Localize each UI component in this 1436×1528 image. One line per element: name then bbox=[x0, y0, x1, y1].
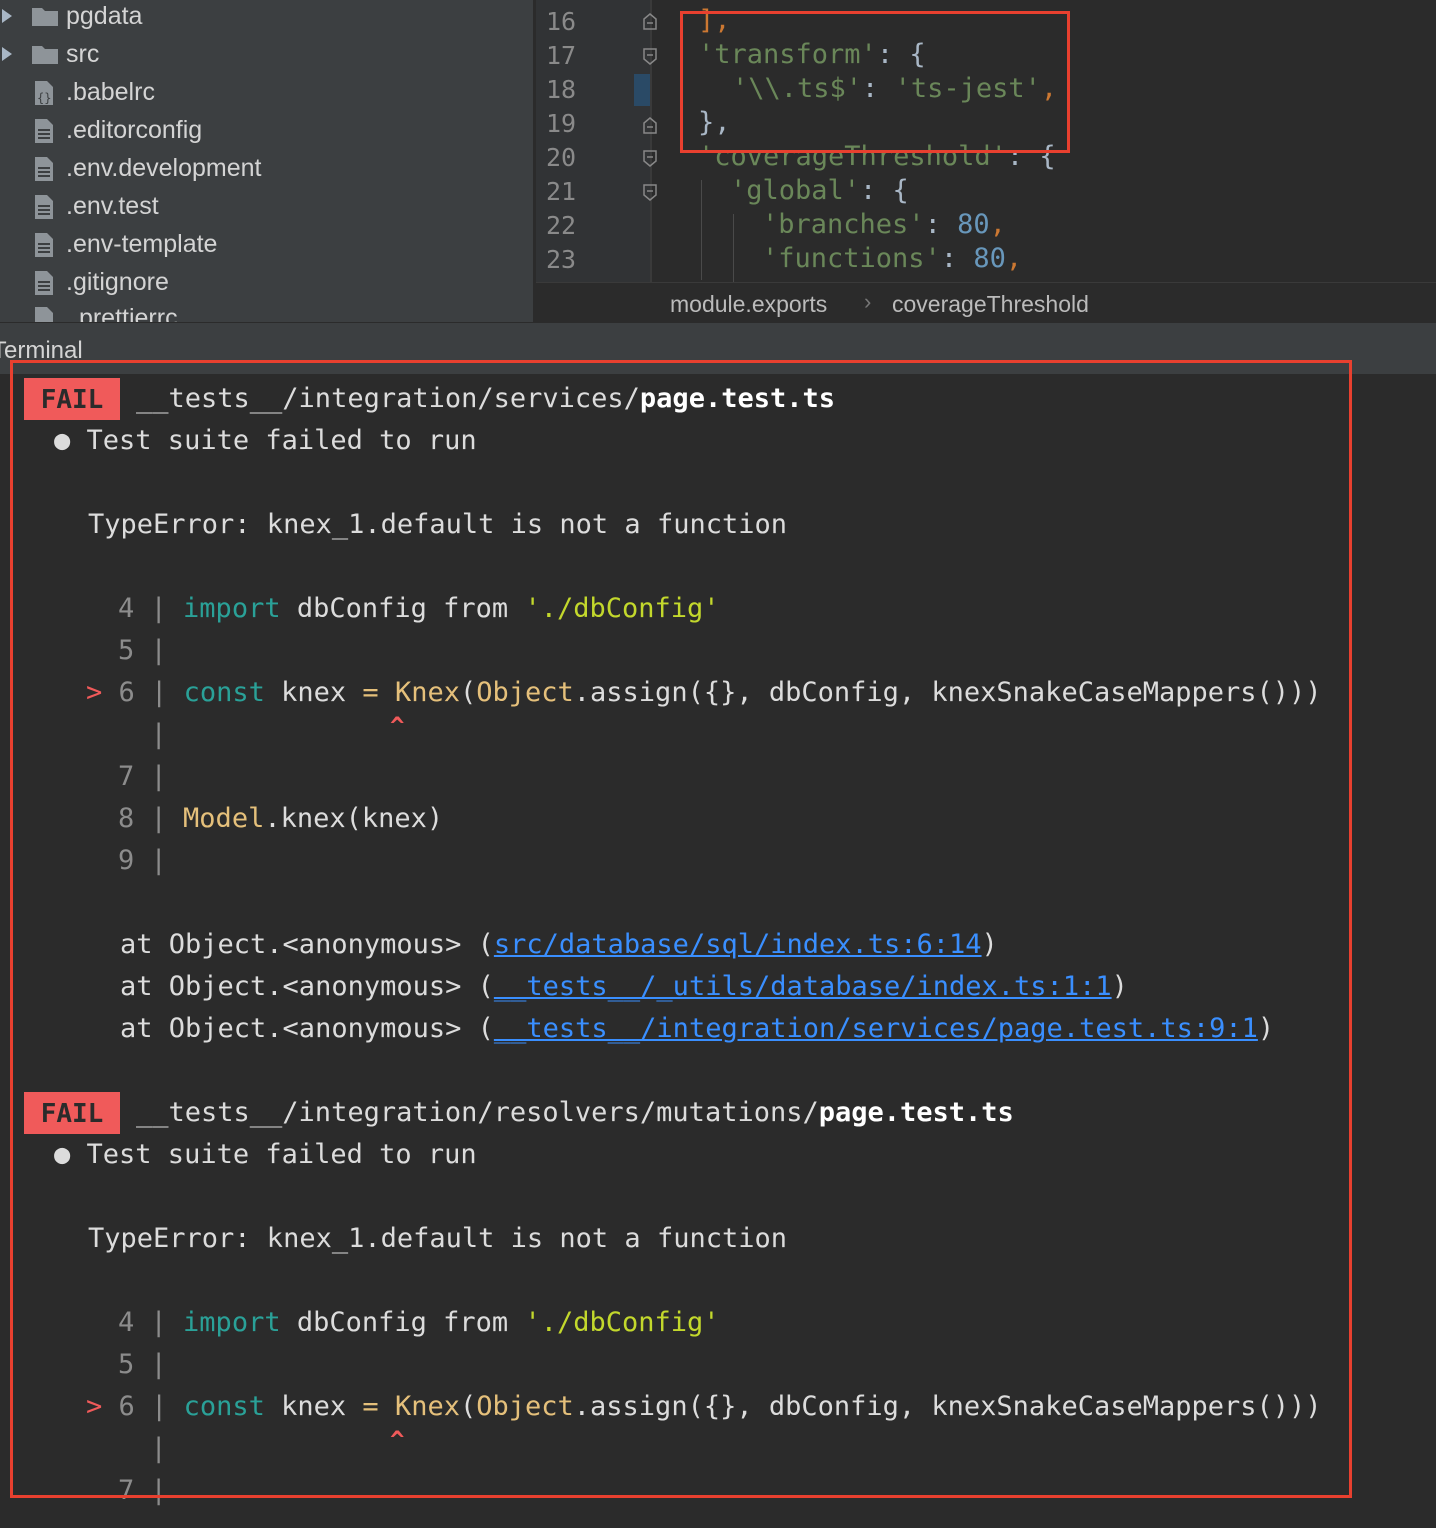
text-file-icon bbox=[35, 119, 53, 143]
indent-guide bbox=[701, 180, 702, 280]
expand-arrow-icon[interactable] bbox=[2, 47, 12, 61]
config-file-icon bbox=[35, 307, 53, 322]
code-token: 'global' bbox=[730, 175, 861, 206]
line-number: 20 bbox=[546, 143, 577, 172]
svg-text:{}: {} bbox=[37, 91, 51, 105]
project-tree: pgdata src {} .babelrc .editorconfig .en… bbox=[0, 0, 533, 322]
indent-guide bbox=[733, 214, 734, 282]
line-number: 23 bbox=[546, 245, 577, 274]
code-token: 'functions' bbox=[762, 243, 941, 274]
code-line-23: 'functions': 80, bbox=[762, 242, 1022, 276]
config-file-icon: {} bbox=[35, 81, 53, 105]
tree-item-label: .gitignore bbox=[66, 268, 169, 296]
current-line-marker bbox=[634, 74, 650, 106]
line-number: 22 bbox=[546, 211, 577, 240]
tree-item-gitignore[interactable]: .gitignore bbox=[0, 266, 533, 304]
tree-item-label: .prettierrc bbox=[72, 304, 178, 322]
line-number: 21 bbox=[546, 177, 577, 206]
tree-item-label: .babelrc bbox=[66, 78, 155, 106]
line-number: 18 bbox=[546, 75, 577, 104]
code-token: : bbox=[940, 243, 974, 274]
tree-item-env-template[interactable]: .env-template bbox=[0, 228, 533, 266]
tree-item-env-test[interactable]: .env.test bbox=[0, 190, 533, 228]
text-file-icon bbox=[35, 233, 53, 257]
tree-item-label: .env-template bbox=[66, 230, 218, 258]
text-file-icon bbox=[35, 157, 53, 181]
tree-item-label: src bbox=[66, 40, 100, 68]
tree-item-label: .env.test bbox=[66, 192, 159, 220]
text-file-icon bbox=[35, 195, 53, 219]
text-file-icon bbox=[35, 271, 53, 295]
code-token: : bbox=[924, 209, 958, 240]
tree-item-prettierrc[interactable]: .prettierrc bbox=[0, 302, 533, 322]
tree-item-src[interactable]: src bbox=[0, 38, 533, 76]
fold-start-icon[interactable] bbox=[642, 150, 658, 168]
highlight-box-terminal bbox=[10, 360, 1352, 1498]
fold-start-icon[interactable] bbox=[642, 184, 658, 202]
code-line-22: 'branches': 80, bbox=[762, 208, 1006, 242]
code-token: , bbox=[1005, 243, 1023, 274]
tree-item-editorconfig[interactable]: .editorconfig bbox=[0, 114, 533, 152]
fold-end-icon[interactable] bbox=[642, 116, 658, 134]
line-number: 17 bbox=[546, 41, 577, 70]
tree-item-label: .env.development bbox=[66, 154, 262, 182]
code-token: 80 bbox=[957, 209, 990, 240]
tree-item-env-development[interactable]: .env.development bbox=[0, 152, 533, 190]
folder-icon bbox=[32, 46, 58, 64]
code-token: , bbox=[989, 209, 1006, 240]
line-number: 16 bbox=[546, 7, 577, 36]
editor-gutter: 16 17 18 19 20 21 22 23 bbox=[536, 0, 652, 282]
fold-start-icon[interactable] bbox=[642, 48, 658, 66]
code-line-21: 'global': { bbox=[730, 174, 909, 208]
tree-item-label: .editorconfig bbox=[66, 116, 203, 144]
line-number: 19 bbox=[546, 109, 577, 138]
tree-item-pgdata[interactable]: pgdata bbox=[0, 0, 533, 38]
editor-breadcrumb: module.exports › coverageThreshold bbox=[536, 282, 1436, 323]
highlight-box-transform bbox=[680, 11, 1070, 153]
breadcrumb-item[interactable]: coverageThreshold bbox=[892, 291, 1089, 318]
code-token: 'branches' bbox=[762, 209, 925, 240]
tree-item-babelrc[interactable]: {} .babelrc bbox=[0, 76, 533, 114]
tree-item-label: pgdata bbox=[66, 2, 143, 30]
fold-end-icon[interactable] bbox=[642, 12, 658, 30]
breadcrumb-item[interactable]: module.exports bbox=[670, 291, 827, 318]
breadcrumb-separator-icon: › bbox=[864, 289, 872, 314]
expand-arrow-icon[interactable] bbox=[2, 9, 12, 23]
folder-icon bbox=[32, 8, 58, 26]
code-token: 80 bbox=[973, 243, 1006, 274]
code-token: : { bbox=[860, 175, 909, 206]
gutter-separator bbox=[650, 0, 652, 282]
